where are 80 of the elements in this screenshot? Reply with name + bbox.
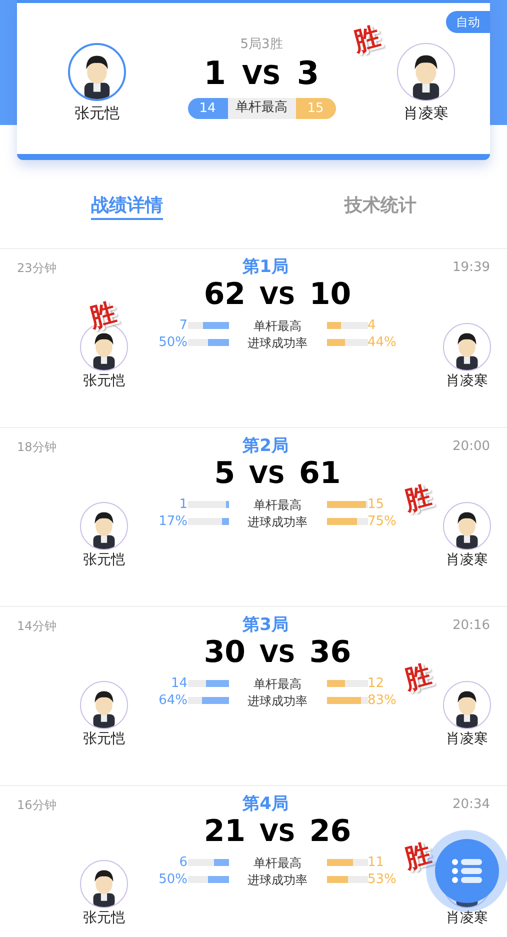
game-time: 20:16 (452, 617, 490, 636)
score: 36 (309, 636, 352, 670)
score: 30 (204, 636, 246, 670)
stat-value: 12 (368, 674, 386, 693)
player-name: 张元恺 (83, 910, 125, 927)
score: 61 (298, 457, 341, 491)
player-name: 张元恺 (83, 552, 125, 569)
duration: 16分钟 (17, 797, 58, 814)
stat-label: 单杆最高 (252, 676, 302, 692)
stat-label: 单杆最高 (252, 318, 302, 334)
game-time: 20:34 (452, 796, 490, 814)
stat-value: 17% (158, 512, 188, 531)
stat-value: 4 (368, 316, 377, 335)
player-name: 肖凌寒 (446, 373, 488, 390)
player-name: 张元恺 (83, 373, 125, 390)
duration: 14分钟 (17, 618, 58, 635)
avatar (443, 502, 491, 550)
stat-value: 64% (158, 692, 188, 710)
vs-label: VS (260, 639, 296, 670)
stat-label: 进球成功率 (246, 334, 308, 352)
stat-value: 6 (178, 854, 188, 872)
tab[interactable]: 战绩详情 (0, 192, 254, 221)
list-icon (452, 859, 482, 883)
duration: 18分钟 (17, 439, 58, 456)
score: 3 (296, 54, 320, 90)
duration: 23分钟 (17, 260, 58, 277)
highest-value: 15 (296, 98, 336, 118)
vs-label: VS (249, 460, 285, 491)
score: 1 (204, 54, 226, 90)
tab[interactable]: 技术统计 (254, 192, 507, 221)
player-name: 张元恺 (74, 103, 120, 124)
stat-label: 进球成功率 (246, 514, 308, 530)
player-name: 张元恺 (83, 731, 125, 748)
stat-value: 50% (158, 334, 188, 352)
stat-value: 11 (368, 854, 386, 872)
score: 5 (214, 457, 236, 491)
game-title: 第2局 (242, 435, 288, 458)
game-time: 20:00 (452, 438, 490, 456)
stat-value: 1 (178, 496, 188, 514)
avatar (443, 323, 491, 371)
stat-value: 14 (170, 674, 188, 693)
vs-label: VS (260, 281, 296, 312)
vs-label: VS (242, 60, 281, 92)
stat-value: 75% (368, 512, 398, 531)
score: 10 (309, 278, 352, 312)
stat-value: 53% (368, 870, 398, 889)
highest-label: 单杆最高 (234, 99, 288, 118)
stat-value: 50% (158, 870, 188, 889)
score: 62 (204, 278, 246, 312)
score: 26 (309, 815, 352, 849)
stat-label: 进球成功率 (246, 692, 308, 710)
stat-value: 44% (368, 334, 398, 352)
player-name: 肖凌寒 (446, 910, 488, 927)
stat-value: 15 (368, 496, 386, 514)
winner-label: 胜 (402, 483, 434, 515)
stat-label: 单杆最高 (252, 496, 302, 514)
auto-badge: 自动 (446, 11, 490, 33)
game-title: 第3局 (242, 614, 288, 638)
winner-label: 胜 (402, 841, 434, 873)
avatar (80, 860, 128, 908)
player-name: 肖凌寒 (404, 103, 448, 124)
avatar (80, 681, 128, 729)
stat-value: 7 (178, 316, 188, 335)
vs-label: VS (260, 818, 296, 849)
stat-value: 83% (368, 692, 398, 710)
winner-label: 胜 (87, 300, 119, 332)
stat-label: 单杆最高 (252, 854, 302, 872)
player-name: 肖凌寒 (446, 731, 488, 748)
avatar (443, 681, 491, 729)
game-title: 第1局 (242, 256, 288, 280)
game-time: 19:39 (452, 259, 490, 278)
match-format: 5局3胜 (240, 36, 283, 54)
avatar (80, 502, 128, 550)
stat-label: 进球成功率 (246, 872, 308, 888)
score: 21 (204, 815, 246, 849)
winner-label: 胜 (402, 662, 434, 694)
winner-label: 胜 (351, 24, 383, 56)
highest-value: 14 (188, 98, 228, 118)
player-name: 肖凌寒 (446, 552, 488, 569)
game-title: 第4局 (242, 793, 288, 816)
